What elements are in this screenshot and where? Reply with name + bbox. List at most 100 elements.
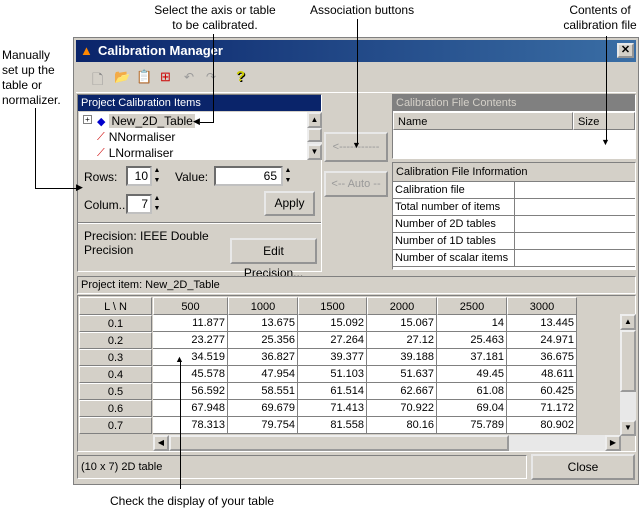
- scroll-up-icon[interactable]: ▲: [620, 314, 636, 330]
- row-header[interactable]: 0.5: [79, 383, 152, 400]
- table-cell[interactable]: 67.948: [153, 400, 228, 417]
- table-cell[interactable]: 27.264: [298, 332, 367, 349]
- table-cell[interactable]: 71.413: [298, 400, 367, 417]
- table-cell[interactable]: 15.067: [367, 315, 437, 332]
- rows-input[interactable]: 10: [126, 166, 152, 186]
- open-icon[interactable]: 📂: [114, 69, 130, 85]
- table-cell[interactable]: 14: [437, 315, 507, 332]
- close-icon[interactable]: ✕: [617, 43, 634, 58]
- row-header[interactable]: 0.7: [79, 417, 152, 434]
- table-cell[interactable]: 11.877: [153, 315, 228, 332]
- annotation-line: table or: [2, 78, 43, 92]
- row-header[interactable]: 0.1: [79, 315, 152, 332]
- auto-button[interactable]: <-- Auto --: [324, 171, 388, 197]
- annotation-association: Association buttons: [310, 3, 415, 17]
- scroll-down-icon[interactable]: ▼: [307, 144, 322, 160]
- undo-icon[interactable]: ↶: [184, 70, 194, 84]
- table-cell[interactable]: 75.789: [437, 417, 507, 434]
- table-cell[interactable]: 13.675: [228, 315, 298, 332]
- table-cell[interactable]: 58.551: [228, 383, 298, 400]
- tree-item-nnormaliser[interactable]: ⟋ NNormaliser: [97, 129, 175, 145]
- table-cell[interactable]: 69.04: [437, 400, 507, 417]
- table-cell[interactable]: 70.922: [367, 400, 437, 417]
- table-cell[interactable]: 24.971: [507, 332, 577, 349]
- precision-text-2: Precision: [84, 243, 134, 257]
- callout-line: [180, 362, 181, 489]
- table-cell[interactable]: 45.578: [153, 366, 228, 383]
- table-cell[interactable]: 80.902: [507, 417, 577, 434]
- scroll-up-icon[interactable]: ▲: [307, 112, 322, 128]
- row-header[interactable]: 0.3: [79, 349, 152, 366]
- row-header[interactable]: 0.6: [79, 400, 152, 417]
- file-info-header: Calibration File Information: [393, 163, 635, 182]
- table-cell[interactable]: 23.277: [153, 332, 228, 349]
- tree-item-lnormaliser[interactable]: ⟋ LNormaliser: [97, 145, 173, 161]
- column-header[interactable]: 3000: [507, 297, 577, 315]
- column-header-name[interactable]: Name: [393, 112, 573, 130]
- rows-spinner[interactable]: ▲ ▼: [152, 166, 162, 186]
- column-header[interactable]: 1500: [298, 297, 367, 315]
- column-header[interactable]: 2000: [367, 297, 437, 315]
- redo-icon[interactable]: ↷: [206, 70, 216, 84]
- table-cell[interactable]: 15.092: [298, 315, 367, 332]
- table-cell[interactable]: 37.181: [437, 349, 507, 366]
- table-cell[interactable]: 36.827: [228, 349, 298, 366]
- scroll-thumb[interactable]: [620, 330, 636, 392]
- table-cell[interactable]: 61.08: [437, 383, 507, 400]
- table-cell[interactable]: 60.425: [507, 383, 577, 400]
- column-header-size[interactable]: Size: [573, 112, 635, 130]
- column-header[interactable]: 2500: [437, 297, 507, 315]
- value-spinner[interactable]: ▲ ▼: [283, 166, 293, 186]
- scroll-thumb[interactable]: [169, 435, 509, 451]
- columns-input[interactable]: 7: [126, 194, 152, 214]
- expand-icon[interactable]: +: [83, 115, 92, 124]
- columns-spinner[interactable]: ▲ ▼: [152, 194, 162, 214]
- scroll-right-icon[interactable]: ▶: [605, 435, 621, 451]
- row-header[interactable]: 0.2: [79, 332, 152, 349]
- close-button[interactable]: Close: [531, 454, 635, 480]
- table-vertical-scrollbar[interactable]: ▲ ▼: [620, 314, 636, 436]
- callout-line: [606, 36, 607, 142]
- table-cell[interactable]: 81.558: [298, 417, 367, 434]
- table-cell[interactable]: 25.356: [228, 332, 298, 349]
- callout-line: [35, 188, 79, 189]
- scroll-left-icon[interactable]: ◀: [153, 435, 169, 451]
- table-cell[interactable]: 34.519: [153, 349, 228, 366]
- table-cell[interactable]: 71.172: [507, 400, 577, 417]
- table-cell[interactable]: 39.377: [298, 349, 367, 366]
- table-cell[interactable]: 39.188: [367, 349, 437, 366]
- table-cell[interactable]: 79.754: [228, 417, 298, 434]
- table-cell[interactable]: 27.12: [367, 332, 437, 349]
- table-cell[interactable]: 69.679: [228, 400, 298, 417]
- value-input[interactable]: 65: [214, 166, 283, 186]
- apply-button[interactable]: Apply: [264, 191, 315, 216]
- table-cell[interactable]: 48.611: [507, 366, 577, 383]
- table-cell[interactable]: 62.667: [367, 383, 437, 400]
- column-header[interactable]: 500: [153, 297, 228, 315]
- table-cell[interactable]: 56.592: [153, 383, 228, 400]
- new-icon[interactable]: 🗋: [92, 69, 103, 93]
- table-cell[interactable]: 51.637: [367, 366, 437, 383]
- file-contents-panel: Calibration File Contents Name Size: [392, 94, 636, 159]
- table-cell[interactable]: 78.313: [153, 417, 228, 434]
- table-cell[interactable]: 47.954: [228, 366, 298, 383]
- table-cell[interactable]: 61.514: [298, 383, 367, 400]
- table-cell[interactable]: 49.45: [437, 366, 507, 383]
- row-header[interactable]: 0.4: [79, 366, 152, 383]
- edit-precision-button[interactable]: Edit Precision...: [230, 238, 317, 280]
- tree-item-new-2d-table[interactable]: ◆ New_2D_Table: [97, 113, 195, 129]
- annotation-line: calibration file: [563, 18, 637, 32]
- tree-scrollbar[interactable]: ▲ ▼: [307, 112, 322, 160]
- scroll-down-icon[interactable]: ▼: [620, 420, 636, 436]
- help-icon[interactable]: ?: [236, 68, 245, 85]
- table-cell[interactable]: 51.103: [298, 366, 367, 383]
- table-cell[interactable]: 36.675: [507, 349, 577, 366]
- table-horizontal-scrollbar[interactable]: ◀ ▶: [153, 435, 621, 451]
- table-cell[interactable]: 25.463: [437, 332, 507, 349]
- column-header[interactable]: 1000: [228, 297, 298, 315]
- paste-icon[interactable]: 📋: [136, 69, 152, 85]
- table-cell[interactable]: 13.445: [507, 315, 577, 332]
- table-cell[interactable]: 80.16: [367, 417, 437, 434]
- scroll-thumb[interactable]: [307, 128, 322, 142]
- import-icon[interactable]: ⊞: [160, 69, 171, 85]
